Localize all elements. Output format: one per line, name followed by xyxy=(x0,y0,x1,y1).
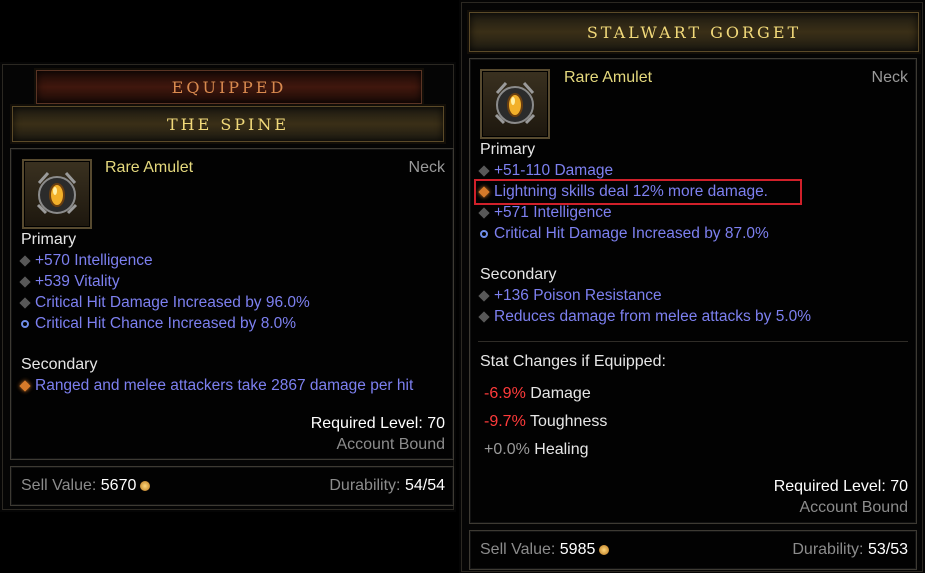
primary-stat: +570 Intelligence xyxy=(19,252,153,270)
stat-bullet-icon xyxy=(478,290,490,302)
item-details-box: Rare Amulet Neck Primary +570 Intelligen… xyxy=(10,148,454,460)
amulet-icon[interactable] xyxy=(22,159,92,229)
item-name-bar: THE SPINE xyxy=(12,106,444,142)
primary-stat-text: +571 Intelligence xyxy=(494,204,612,221)
item-slot: Neck xyxy=(408,159,445,176)
stat-delta: +0.0% xyxy=(484,441,530,458)
gold-coin-icon xyxy=(140,480,151,491)
compare-item-tooltip: STALWART GORGET Rare Amulet Neck Primary… xyxy=(459,0,925,573)
stat-bullet-icon xyxy=(19,297,31,309)
required-level: Required Level: 70 xyxy=(773,478,908,495)
primary-stat: +51-110 Damage xyxy=(478,162,614,180)
enchant-ring-icon xyxy=(21,320,29,328)
stat-label: Damage xyxy=(530,385,591,402)
primary-stat: Critical Hit Chance Increased by 8.0% xyxy=(21,315,296,333)
amulet-icon-graphic xyxy=(36,171,78,215)
item-type: Rare Amulet xyxy=(564,69,653,86)
primary-stat: +539 Vitality xyxy=(19,273,120,291)
primary-heading: Primary xyxy=(21,231,77,248)
enchant-ring-icon xyxy=(480,230,488,238)
stat-change-damage: -6.9% Damage xyxy=(484,385,591,403)
stat-bullet-icon xyxy=(478,207,490,219)
durability-label: Durability: xyxy=(792,541,864,558)
amulet-icon[interactable] xyxy=(480,69,550,139)
primary-stat-text: Critical Hit Damage Increased by 96.0% xyxy=(35,294,310,311)
stat-change-healing: +0.0% Healing xyxy=(484,441,589,459)
item-footer: Sell Value: 5670 Durability: 54/54 xyxy=(10,466,454,506)
secondary-stat-text: Reduces damage from melee attacks by 5.0… xyxy=(494,308,812,325)
item-slot: Neck xyxy=(871,69,908,86)
primary-stat-text: Critical Hit Damage Increased by 87.0% xyxy=(494,225,769,242)
primary-heading: Primary xyxy=(480,141,536,158)
highlight-box xyxy=(474,179,802,205)
equipped-header: EQUIPPED xyxy=(36,70,422,104)
stat-bullet-icon xyxy=(478,311,490,323)
sell-amount: 5670 xyxy=(100,477,137,494)
divider xyxy=(478,341,908,342)
primary-stat-text: +539 Vitality xyxy=(35,273,120,290)
durability-amount: 53/53 xyxy=(867,541,908,558)
item-footer: Sell Value: 5985 Durability: 53/53 xyxy=(469,530,917,570)
account-bound: Account Bound xyxy=(336,436,445,453)
primary-stat: Critical Hit Damage Increased by 96.0% xyxy=(19,294,310,312)
sell-amount: 5985 xyxy=(559,541,596,558)
item-details-box: Rare Amulet Neck Primary +51-110 Damage … xyxy=(469,58,917,524)
stat-bullet-icon xyxy=(19,276,31,288)
secondary-heading: Secondary xyxy=(21,356,98,373)
sell-label: Sell Value: xyxy=(21,477,97,494)
account-bound: Account Bound xyxy=(799,499,908,516)
legendary-bullet-icon xyxy=(19,380,31,392)
primary-stat: Critical Hit Damage Increased by 87.0% xyxy=(480,225,769,243)
stat-bullet-icon xyxy=(19,255,31,267)
secondary-stat-text: Ranged and melee attackers take 2867 dam… xyxy=(35,377,414,394)
primary-stat-text: Critical Hit Chance Increased by 8.0% xyxy=(35,315,297,332)
primary-stat: +571 Intelligence xyxy=(478,204,612,222)
stat-delta: -9.7% xyxy=(484,413,526,430)
item-type: Rare Amulet xyxy=(105,159,194,176)
stat-bullet-icon xyxy=(478,165,490,177)
amulet-icon-graphic xyxy=(494,81,536,125)
equipped-header-text: EQUIPPED xyxy=(171,77,287,97)
required-level: Required Level: 70 xyxy=(310,415,445,432)
stat-changes-heading: Stat Changes if Equipped: xyxy=(480,353,666,370)
secondary-stat-text: +136 Poison Resistance xyxy=(494,287,662,304)
durability-amount: 54/54 xyxy=(404,477,445,494)
primary-stat-text: +570 Intelligence xyxy=(35,252,153,269)
stat-delta: -6.9% xyxy=(484,385,526,402)
durability-label: Durability: xyxy=(329,477,401,494)
equipped-item-tooltip: EQUIPPED THE SPINE Rare Amulet Neck Prim… xyxy=(0,62,456,512)
item-name: THE SPINE xyxy=(166,114,290,134)
sell-label: Sell Value: xyxy=(480,541,556,558)
durability: Durability: 54/54 xyxy=(329,477,445,495)
stat-label: Toughness xyxy=(529,413,608,430)
secondary-stat: +136 Poison Resistance xyxy=(478,287,662,305)
secondary-heading: Secondary xyxy=(480,266,557,283)
stat-change-toughness: -9.7% Toughness xyxy=(484,413,607,431)
primary-stat-text: +51-110 Damage xyxy=(494,162,614,179)
secondary-stat: Reduces damage from melee attacks by 5.0… xyxy=(478,308,812,326)
stat-label: Healing xyxy=(534,441,589,458)
sell-value: Sell Value: 5985 xyxy=(480,541,610,559)
gold-coin-icon xyxy=(599,544,610,555)
secondary-stat: Ranged and melee attackers take 2867 dam… xyxy=(19,377,414,395)
durability: Durability: 53/53 xyxy=(792,541,908,559)
sell-value: Sell Value: 5670 xyxy=(21,477,151,495)
item-name-bar: STALWART GORGET xyxy=(469,12,919,52)
item-name: STALWART GORGET xyxy=(586,22,802,42)
